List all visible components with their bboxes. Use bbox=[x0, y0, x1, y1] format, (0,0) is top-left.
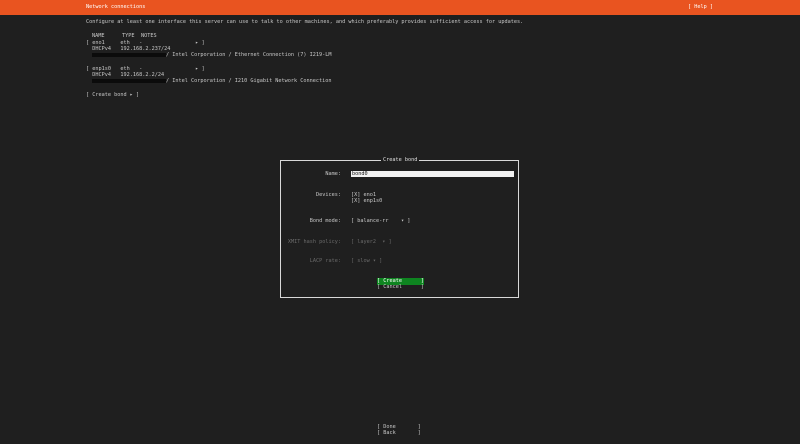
name-label: Name: bbox=[325, 171, 341, 177]
device-checkbox-enp1s0[interactable]: [X] enp1s0 bbox=[351, 198, 382, 205]
help-button[interactable]: [ Help ] bbox=[688, 4, 713, 11]
header-name: NAME bbox=[92, 33, 105, 39]
header-type: TYPE bbox=[122, 33, 135, 39]
bond-name-input[interactable]: bond0 bbox=[351, 171, 514, 177]
dialog-title: Create bond bbox=[381, 157, 420, 164]
bond-mode-label: Bond mode: bbox=[309, 218, 341, 224]
lacp-rate-label: LACP rate: bbox=[309, 258, 341, 264]
create-bond-button[interactable]: [ Create bond ▸ ] bbox=[86, 92, 139, 99]
xmit-hash-select: [ layer2 ▾ ] bbox=[351, 239, 392, 245]
bond-mode-select[interactable]: [ balance-rr ▾ ] bbox=[351, 218, 410, 225]
header-notes: NOTES bbox=[141, 33, 157, 39]
xmit-hash-label: XMIT hash policy: bbox=[287, 239, 341, 245]
redacted-mac bbox=[92, 52, 166, 57]
back-button[interactable]: [ Back ] bbox=[377, 430, 421, 437]
intro-text: Configure at least one interface this se… bbox=[86, 19, 524, 25]
page-title: Network connections bbox=[86, 4, 146, 10]
redacted-mac bbox=[92, 78, 166, 83]
devices-label: Devices: bbox=[316, 192, 341, 198]
create-bond-dialog: Create bond Name: bond0 Devices: [X] eno… bbox=[280, 157, 519, 298]
interface-desc-enp1s0: / Intel Corporation / I210 Gigabit Netwo… bbox=[92, 78, 332, 85]
header-bar: Network connections [ Help ] bbox=[0, 0, 800, 15]
cancel-button[interactable]: [ Cancel ] bbox=[377, 284, 424, 291]
interface-desc-eno1: / Intel Corporation / Ethernet Connectio… bbox=[92, 52, 332, 59]
lacp-rate-select: [ slow ▾ ] bbox=[351, 258, 383, 264]
